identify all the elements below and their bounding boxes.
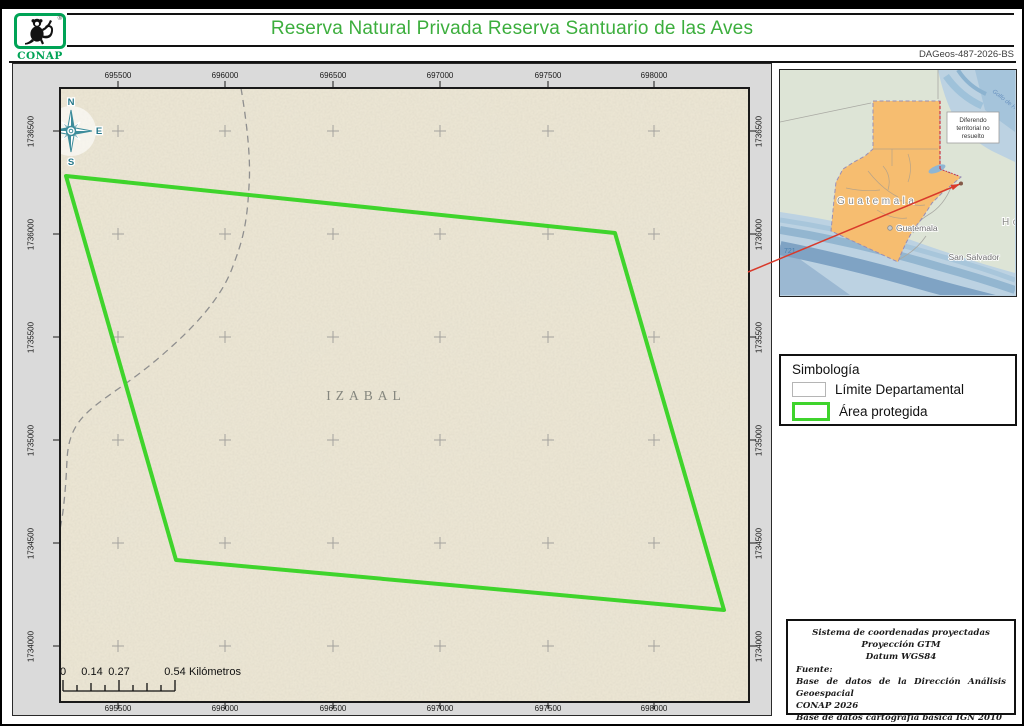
source-info-box: Sistema de coordenadas proyectadas Proye…: [786, 619, 1016, 723]
dispute-note-line: territorial no: [956, 125, 990, 132]
crs-line: Proyección GTM: [861, 640, 941, 651]
x-axis-label: 697500: [534, 704, 562, 713]
registered-mark: ®: [57, 16, 62, 22]
legend-item-departamental: Límite Departamental: [792, 382, 1015, 397]
fuente-label: Fuente:: [796, 664, 833, 675]
dispute-note-box: Diferendo territorial no resuelto: [946, 111, 1000, 144]
main-map-frame: IZABAL 0 0.14 0.27 0.54 Kilómetros N E S…: [12, 63, 772, 716]
scalebar-unit: Kilómetros: [189, 666, 241, 678]
title-rule-bottom: [67, 45, 1014, 47]
legend-item-area-protegida: Área protegida: [792, 402, 1015, 421]
conap-wordmark: CONAP: [17, 50, 63, 62]
capital-city-dot: [887, 225, 893, 231]
legend-title: Simbología: [792, 362, 860, 377]
crs-line: Sistema de coordenadas proyectadas: [812, 628, 990, 638]
x-axis-label: 697500: [534, 71, 562, 80]
source-line: Base de datos cartografía básica IGN 201…: [796, 713, 1002, 724]
conap-logo-box: ®: [14, 13, 66, 49]
x-axis-label: 695500: [104, 704, 132, 713]
legend-box: Simbología Límite Departamental Área pro…: [779, 354, 1017, 426]
source-line: CONAP 2026: [796, 701, 859, 712]
x-axis-label: 696500: [319, 704, 347, 713]
y-axis-label: 1736500: [754, 115, 764, 148]
title-rule-top: [67, 13, 1014, 15]
map-document: Reserva Natural Privada Reserva Santuari…: [0, 0, 1024, 726]
inset-map: Golfo de Honduras Guatemala Guatemala Sa…: [779, 69, 1017, 297]
compass-south-label: S: [68, 157, 74, 168]
top-border: [2, 2, 1022, 9]
monkey-icon: [25, 18, 54, 45]
source-line: Base de datos de la Dirección Análisis G…: [796, 676, 1006, 700]
x-axis-label: 697000: [426, 704, 454, 713]
y-axis-label: 1734500: [26, 527, 36, 560]
y-axis-label: 1734000: [26, 630, 36, 663]
dispute-note-line: resuelto: [962, 133, 985, 140]
compass-east-label: E: [96, 126, 102, 137]
honduras-label: Honduras: [1002, 217, 1015, 228]
y-axis-label: 1734500: [754, 527, 764, 560]
x-axis-label: 698000: [640, 704, 668, 713]
x-axis-label: 697000: [426, 71, 454, 80]
inset-capital-label: Guatemala: [896, 223, 938, 233]
inset-country-label: Guatemala: [837, 196, 917, 207]
y-axis-label: 1735500: [754, 321, 764, 354]
y-axis-label: 1736500: [26, 115, 36, 148]
y-axis-label: 1735000: [754, 424, 764, 457]
scalebar-tick-014: 0.14: [81, 666, 102, 678]
dispute-note-line: Diferendo: [959, 117, 987, 124]
x-axis-label: 696500: [319, 71, 347, 80]
document-id: DAGeos-487-2026-BS: [918, 49, 1014, 60]
department-limit-swatch: [792, 382, 826, 397]
scalebar-tick-054: 0.54: [164, 666, 185, 678]
y-axis-label: 1735000: [26, 424, 36, 457]
leader-number-label: 721: [784, 248, 796, 255]
x-axis-label: 698000: [640, 71, 668, 80]
y-axis-label: 1736000: [26, 218, 36, 251]
legend-item-label: Límite Departamental: [835, 382, 965, 397]
legend-item-label: Área protegida: [839, 404, 928, 419]
crs-line: Datum WGS84: [865, 652, 937, 663]
page-title: Reserva Natural Privada Reserva Santuari…: [270, 18, 754, 39]
main-map-canvas: IZABAL 0 0.14 0.27 0.54 Kilómetros N E S…: [39, 81, 756, 709]
x-axis-label: 696000: [211, 71, 239, 80]
y-axis-label: 1734000: [754, 630, 764, 663]
x-axis-label: 695500: [104, 71, 132, 80]
inset-canvas: Golfo de Honduras Guatemala Guatemala Sa…: [780, 70, 1016, 296]
y-axis-label: 1735500: [26, 321, 36, 354]
x-axis-label: 696000: [211, 704, 239, 713]
department-label: IZABAL: [326, 388, 406, 403]
scalebar-tick-027: 0.27: [108, 666, 129, 678]
y-axis-label: 1736000: [754, 218, 764, 251]
conap-logo: ® CONAP: [14, 13, 66, 62]
san-salvador-label: San Salvador: [948, 252, 999, 262]
compass-west-label: O: [39, 126, 46, 137]
protected-area-swatch: [792, 402, 830, 421]
compass-north-label: N: [68, 97, 75, 108]
